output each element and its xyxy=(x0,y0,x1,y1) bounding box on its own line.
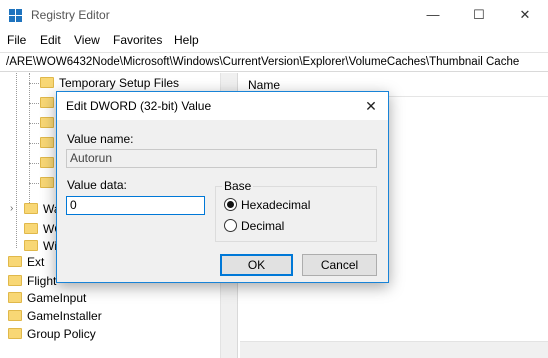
hexadecimal-radio[interactable]: Hexadecimal xyxy=(224,197,310,213)
tree-guide-line xyxy=(29,103,39,104)
registry-icon xyxy=(9,9,23,23)
value-data-input[interactable]: 0 xyxy=(66,196,205,215)
tree-item[interactable]: GameInput xyxy=(8,288,86,308)
tree-guide-line xyxy=(29,143,39,144)
folder-icon xyxy=(40,177,54,189)
value-name-label: Value name: xyxy=(67,132,134,146)
folder-icon xyxy=(24,223,38,235)
title-bar: Registry Editor — ☐ ✕ xyxy=(0,0,548,30)
tree-guide-line xyxy=(29,123,39,124)
menu-bar: File Edit View Favorites Help xyxy=(0,30,548,52)
dialog-title-bar: Edit DWORD (32-bit) Value ✕ xyxy=(57,92,388,120)
menu-view[interactable]: View xyxy=(74,33,100,47)
folder-icon xyxy=(40,137,54,149)
value-data-label: Value data: xyxy=(67,178,127,192)
tree-guide-line xyxy=(29,163,39,164)
horizontal-scrollbar[interactable] xyxy=(240,341,548,358)
tree-item[interactable]: Temporary Setup Files xyxy=(40,73,179,93)
folder-icon xyxy=(8,256,22,268)
folder-icon xyxy=(40,77,54,89)
folder-icon xyxy=(24,240,38,252)
menu-help[interactable]: Help xyxy=(174,33,199,47)
address-bar[interactable]: /ARE\WOW6432Node\Microsoft\Windows\Curre… xyxy=(0,52,548,72)
tree-guide-line xyxy=(29,83,39,84)
minimize-button[interactable]: — xyxy=(410,0,456,30)
folder-icon xyxy=(8,292,22,304)
radio-checked-icon xyxy=(224,198,237,212)
tree-item[interactable]: Group Policy xyxy=(8,324,96,344)
folder-icon xyxy=(8,275,22,287)
radio-unchecked-icon xyxy=(224,219,237,233)
menu-file[interactable]: File xyxy=(7,33,26,47)
ok-button[interactable]: OK xyxy=(220,254,293,276)
maximize-button[interactable]: ☐ xyxy=(456,0,502,30)
folder-icon xyxy=(40,157,54,169)
decimal-radio[interactable]: Decimal xyxy=(224,218,284,234)
folder-icon xyxy=(8,310,22,322)
tree-item[interactable]: GameInstaller xyxy=(8,306,102,326)
close-icon[interactable]: ✕ xyxy=(354,92,388,120)
folder-icon xyxy=(8,328,22,340)
cancel-button[interactable]: Cancel xyxy=(302,254,377,276)
tree-guide-line xyxy=(29,183,39,184)
tree-guide-line xyxy=(16,73,17,248)
folder-icon xyxy=(40,117,54,129)
folder-icon xyxy=(40,97,54,109)
folder-icon xyxy=(24,203,38,215)
base-label: Base xyxy=(222,179,254,193)
menu-favorites[interactable]: Favorites xyxy=(113,33,162,47)
tree-item[interactable]: Ext xyxy=(8,252,44,272)
window-title: Registry Editor xyxy=(31,8,110,22)
menu-edit[interactable]: Edit xyxy=(40,33,61,47)
close-button[interactable]: ✕ xyxy=(502,0,548,30)
edit-dword-dialog: Edit DWORD (32-bit) Value ✕ Value name: … xyxy=(56,91,389,283)
value-name-field: Autorun xyxy=(66,149,377,168)
dialog-title: Edit DWORD (32-bit) Value xyxy=(66,99,212,113)
tree-guide-line xyxy=(29,73,30,205)
base-groupbox: Base Hexadecimal Decimal xyxy=(215,179,377,242)
chevron-right-icon[interactable]: › xyxy=(10,203,19,214)
